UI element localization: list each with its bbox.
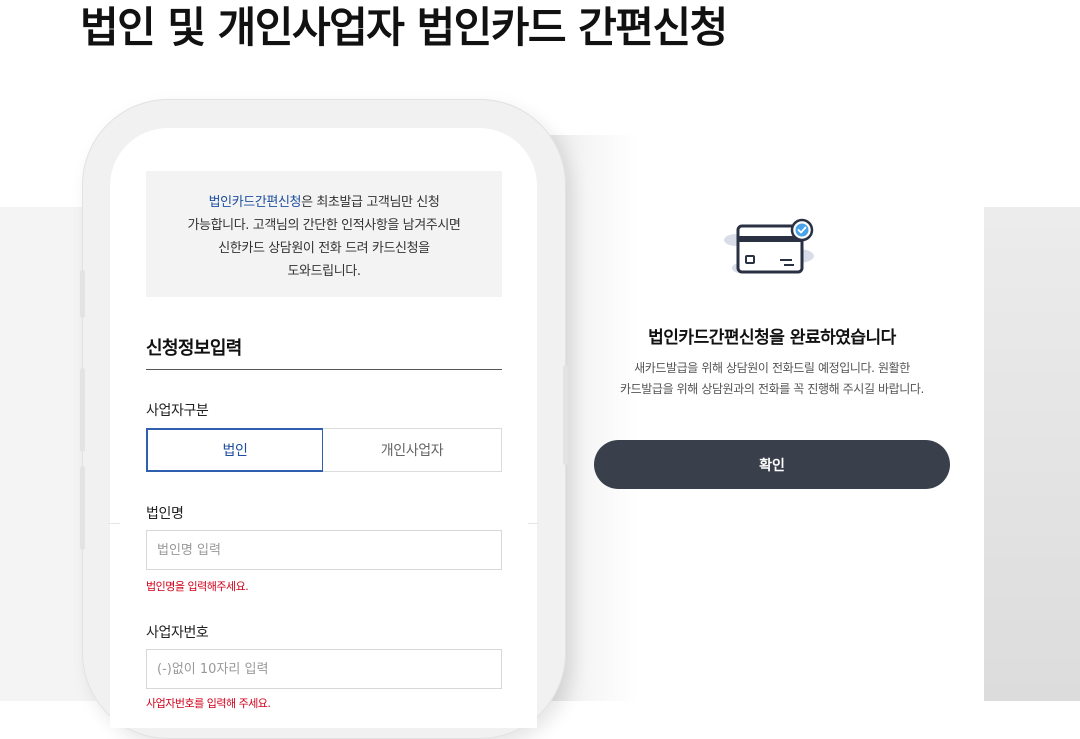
business-type-option-individual[interactable]: 개인사업자 (323, 428, 502, 472)
biz-number-error: 사업자번호를 입력해 주세요. (146, 697, 271, 710)
page-title: 법인 및 개인사업자 법인카드 간편신청 (80, 3, 728, 52)
completion-desc-line1: 새카드발급을 위해 상담원이 전화드릴 예정입니다. 원활한 (634, 361, 910, 375)
phone-side-button (80, 466, 85, 550)
notice-line3: 신한카드 상담원이 전화 드려 카드신청을 (218, 241, 430, 256)
notice-line2: 가능합니다. 고객님의 간단한 인적사항을 남겨주시면 (187, 218, 461, 233)
notice-line4: 도와드립니다. (287, 264, 361, 279)
section-divider (146, 369, 502, 370)
corp-name-label: 법인명 (146, 506, 184, 522)
biz-number-input[interactable] (146, 649, 502, 689)
phone-side-button (80, 270, 85, 318)
biz-number-label: 사업자번호 (146, 625, 209, 641)
confirm-button[interactable]: 확인 (594, 440, 950, 489)
phone-side-button (80, 368, 85, 452)
phone-side-button (563, 365, 568, 465)
completion-title: 법인카드간편신청을 완료하였습니다 (648, 328, 896, 348)
notice-box: 법인카드간편신청은 최초발급 고객님만 신청 가능합니다. 고객님의 간단한 인… (146, 171, 502, 297)
divider (108, 523, 120, 524)
completion-description: 새카드발급을 위해 상담원이 전화드릴 예정입니다. 원활한 카드발급을 위해 … (594, 358, 950, 400)
business-type-label: 사업자구분 (146, 403, 209, 419)
background-band-right (984, 207, 1080, 701)
credit-card-check-icon (724, 218, 814, 274)
section-title: 신청정보입력 (146, 338, 242, 359)
corp-name-input[interactable] (146, 530, 502, 570)
completion-desc-line2: 카드발급을 위해 상담원과의 전화를 꼭 진행해 주시길 바랍니다. (620, 382, 924, 396)
business-type-option-corporate[interactable]: 법인 (146, 428, 324, 472)
divider (528, 523, 538, 524)
notice-line1-text: 은 최초발급 고객님만 신청 (301, 195, 440, 210)
notice-line1: 법인카드간편신청은 최초발급 고객님만 신청 (164, 191, 484, 214)
corp-name-error: 법인명을 입력해주세요. (146, 580, 249, 593)
notice-highlight: 법인카드간편신청 (208, 195, 302, 210)
